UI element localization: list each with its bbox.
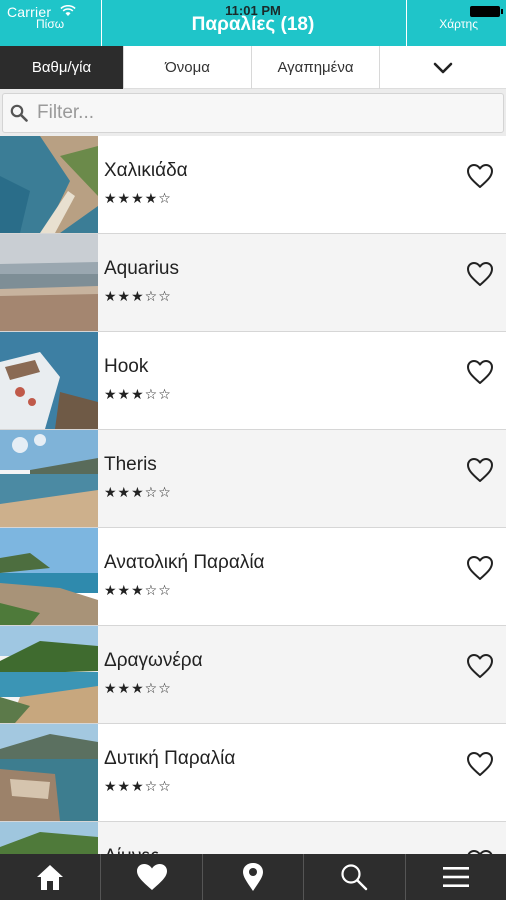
tab-favorites-bar[interactable] bbox=[101, 854, 203, 900]
rating-stars: ★★★★☆ bbox=[104, 191, 172, 207]
search-bar bbox=[0, 89, 506, 136]
search-input[interactable] bbox=[37, 94, 497, 132]
map-button[interactable]: Χάρτης bbox=[406, 0, 506, 46]
beach-name: Hook bbox=[104, 356, 149, 377]
rating-stars: ★★★☆☆ bbox=[104, 485, 172, 501]
beach-thumbnail bbox=[0, 234, 98, 331]
beach-name: Theris bbox=[104, 454, 157, 475]
map-label: Χάρτης bbox=[439, 17, 478, 31]
search-box bbox=[2, 93, 504, 133]
favorite-heart-icon[interactable] bbox=[466, 261, 494, 287]
chevron-down-icon bbox=[433, 62, 453, 73]
app-header: Carrier Πίσω 11:01 PM Παραλίες (18) Χάρτ… bbox=[0, 0, 506, 46]
rating-stars: ★★★☆☆ bbox=[104, 583, 172, 599]
beach-thumbnail bbox=[0, 430, 98, 527]
favorite-heart-icon[interactable] bbox=[466, 653, 494, 679]
beach-thumbnail bbox=[0, 626, 98, 723]
beach-thumbnail bbox=[0, 528, 98, 625]
home-icon bbox=[37, 865, 64, 890]
beach-thumbnail bbox=[0, 136, 98, 233]
beach-name: Ανατολική Παραλία bbox=[104, 552, 265, 573]
tab-map[interactable] bbox=[203, 854, 305, 900]
beach-name: Δυτική Παραλία bbox=[104, 748, 236, 769]
list-item[interactable]: Δραγωνέρα ★★★☆☆ bbox=[0, 626, 506, 724]
battery-icon bbox=[470, 6, 503, 17]
rating-stars: ★★★☆☆ bbox=[104, 387, 172, 403]
map-pin-icon bbox=[243, 863, 264, 891]
list-item[interactable]: Hook ★★★☆☆ bbox=[0, 332, 506, 430]
menu-icon bbox=[442, 867, 469, 887]
favorite-heart-icon[interactable] bbox=[466, 163, 494, 189]
rating-stars: ★★★☆☆ bbox=[104, 681, 172, 697]
rating-stars: ★★★☆☆ bbox=[104, 289, 172, 305]
beach-name: Χαλικιάδα bbox=[104, 160, 188, 181]
beach-name: Aquarius bbox=[104, 258, 179, 279]
tab-home[interactable] bbox=[0, 854, 102, 900]
favorite-heart-icon[interactable] bbox=[466, 457, 494, 483]
list-item[interactable]: Theris ★★★☆☆ bbox=[0, 430, 506, 528]
favorite-heart-icon[interactable] bbox=[466, 751, 494, 777]
list-item[interactable]: Δυτική Παραλία ★★★☆☆ bbox=[0, 724, 506, 822]
beach-name: Δραγωνέρα bbox=[104, 650, 203, 671]
heart-icon bbox=[136, 864, 167, 890]
tab-menu[interactable] bbox=[406, 854, 506, 900]
search-icon bbox=[341, 864, 368, 891]
favorite-heart-icon[interactable] bbox=[466, 359, 494, 385]
beach-thumbnail bbox=[0, 332, 98, 429]
beach-thumbnail bbox=[0, 724, 98, 821]
tab-rating[interactable]: Βαθμ/γία bbox=[0, 46, 124, 89]
tab-name[interactable]: Όνομα bbox=[124, 46, 252, 89]
tab-favorites[interactable]: Αγαπημένα bbox=[252, 46, 380, 89]
favorite-heart-icon[interactable] bbox=[466, 555, 494, 581]
list-item[interactable]: Χαλικιάδα ★★★★☆ bbox=[0, 136, 506, 234]
list-item[interactable]: Aquarius ★★★☆☆ bbox=[0, 234, 506, 332]
dropdown-button[interactable] bbox=[380, 46, 506, 89]
sort-tabs: Βαθμ/γία Όνομα Αγαπημένα bbox=[0, 46, 506, 89]
search-icon bbox=[10, 104, 28, 122]
list-item[interactable]: Ανατολική Παραλία ★★★☆☆ bbox=[0, 528, 506, 626]
bottom-tab-bar bbox=[0, 854, 506, 900]
rating-stars: ★★★☆☆ bbox=[104, 779, 172, 795]
tab-search[interactable] bbox=[304, 854, 406, 900]
